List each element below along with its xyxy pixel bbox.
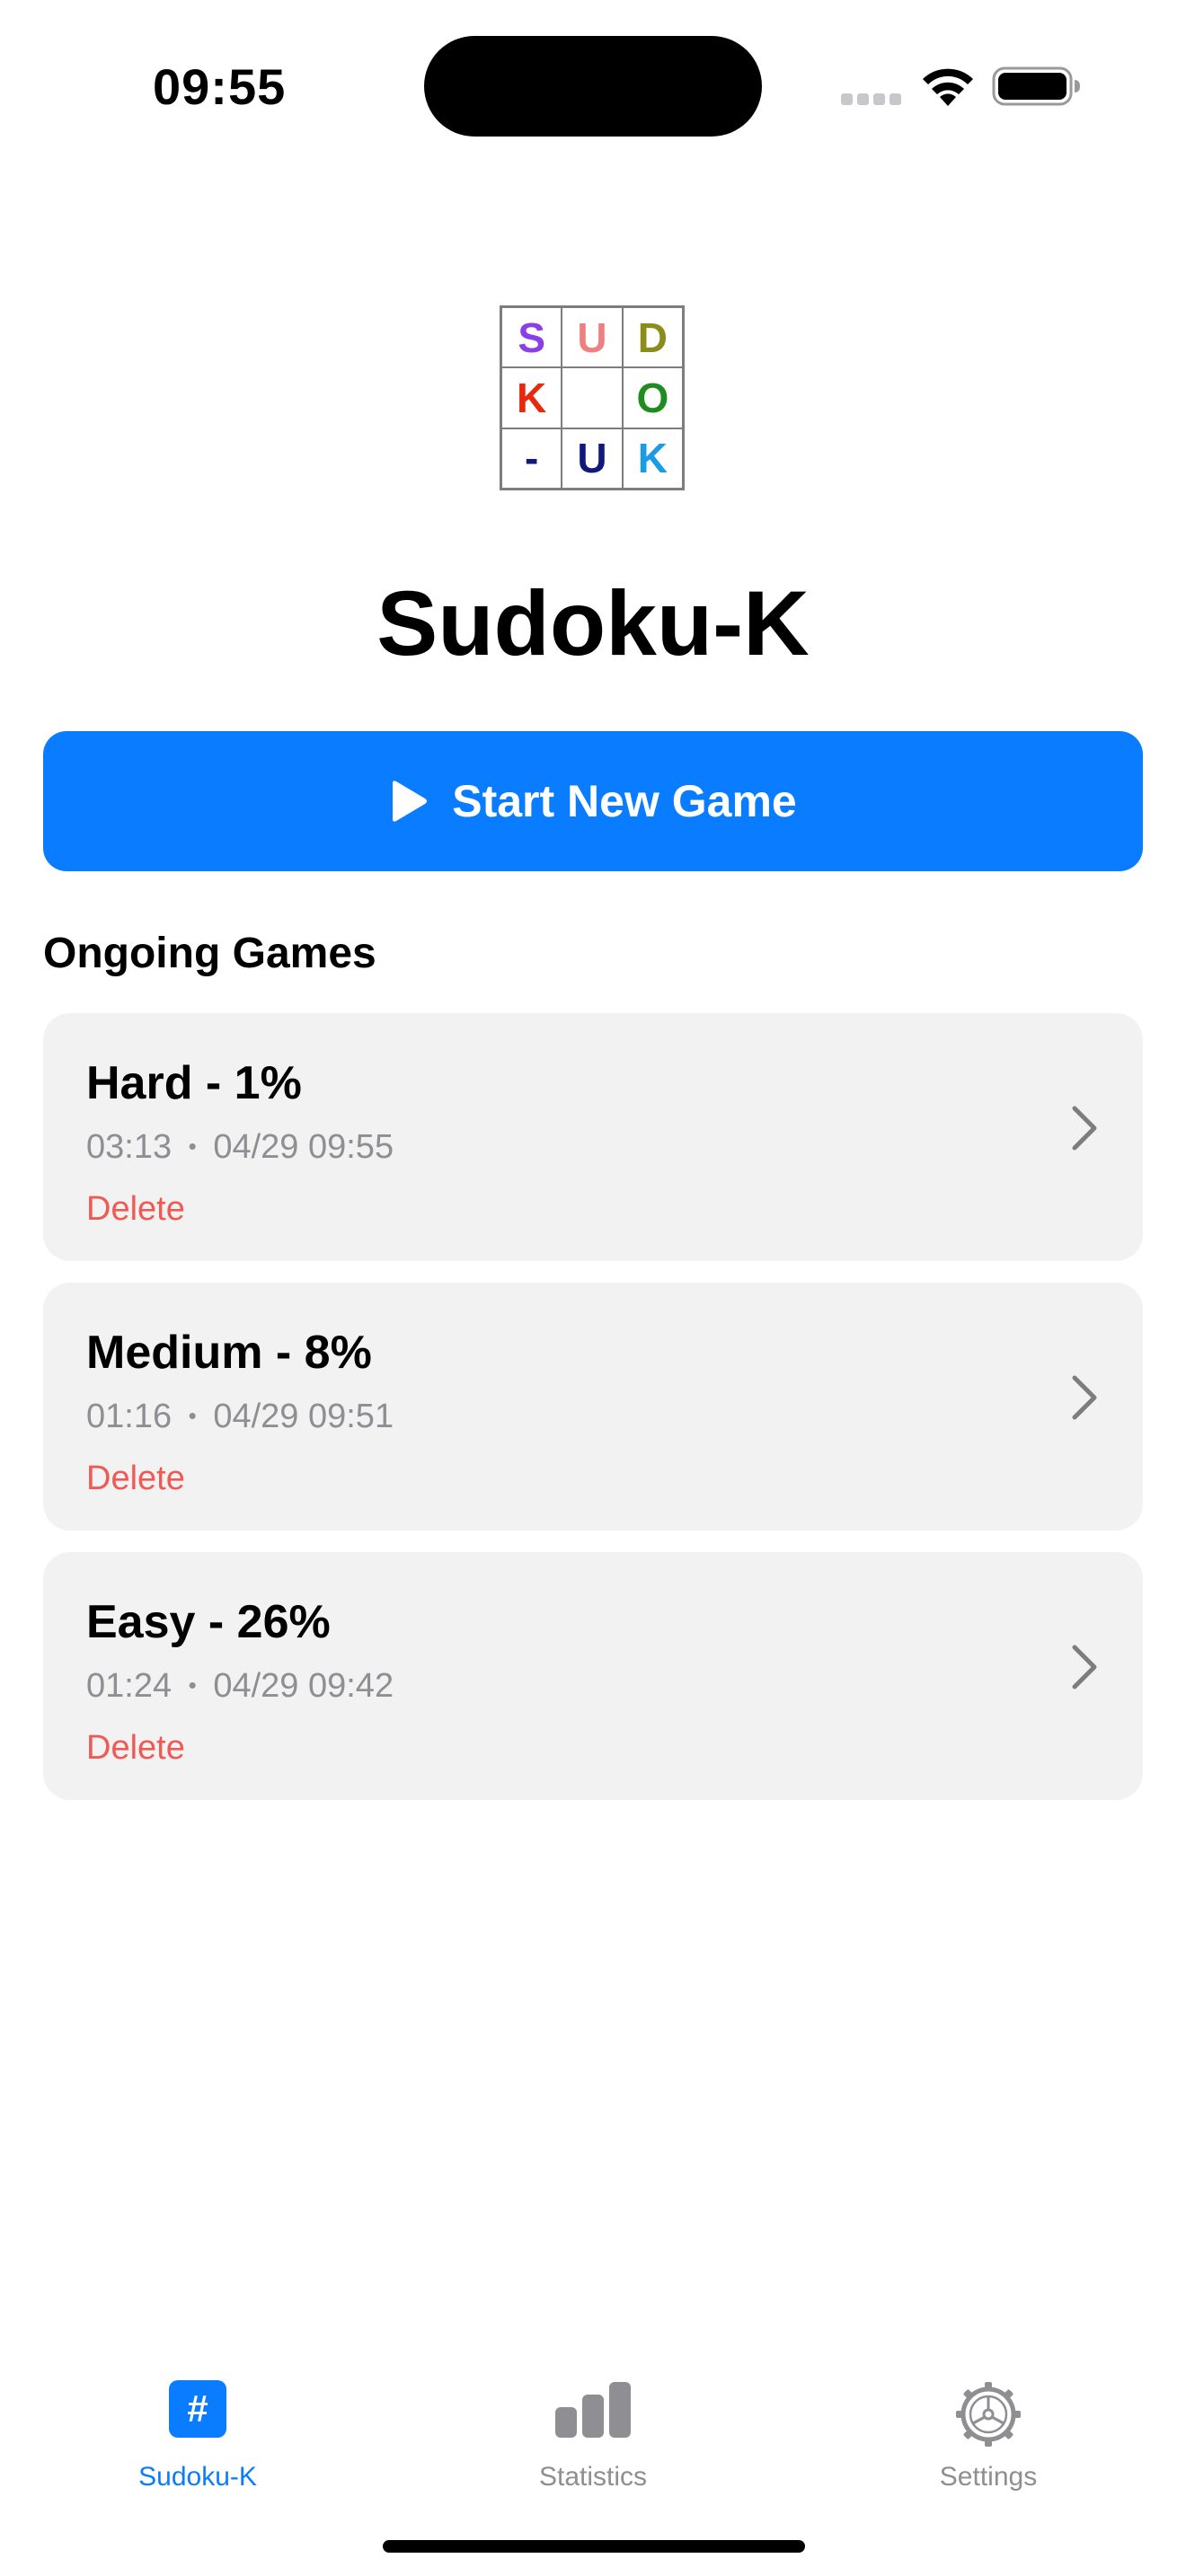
tab-label: Statistics — [538, 2462, 648, 2492]
dynamic-island — [424, 36, 762, 137]
chevron-right-icon — [1072, 1106, 1097, 1151]
home-screen: 09:55 SUDKO-UK Sudoku-K Start New Game O… — [0, 0, 1186, 2576]
meta-separator: • — [188, 1672, 197, 1698]
game-duration: 01:16 — [86, 1398, 173, 1435]
game-meta: 01:24 • 04/29 09:42 — [86, 1663, 895, 1707]
app-logo: SUDKO-UK — [500, 305, 685, 490]
cellular-signal-icon — [841, 93, 902, 106]
game-datetime: 04/29 09:51 — [213, 1398, 394, 1435]
game-title: Medium - 8% — [86, 1327, 372, 1379]
bar-chart-icon — [555, 2382, 631, 2438]
delete-game-button[interactable]: Delete — [86, 1186, 185, 1232]
app-title: Sudoku-K — [376, 572, 810, 675]
game-card-medium[interactable]: Medium - 8% 01:16 • 04/29 09:51 Delete — [43, 1283, 1143, 1531]
game-datetime: 04/29 09:42 — [213, 1667, 394, 1705]
delete-game-button[interactable]: Delete — [86, 1455, 185, 1502]
meta-separator: • — [188, 1402, 197, 1429]
logo-cell: S — [501, 307, 562, 368]
tab-statistics[interactable]: Statistics — [485, 2371, 701, 2506]
game-meta: 01:16 • 04/29 09:51 — [86, 1394, 895, 1437]
logo-cell: O — [622, 367, 683, 428]
logo-cell: U — [562, 428, 623, 489]
hash-icon: # — [169, 2380, 226, 2438]
start-new-game-label: Start New Game — [452, 776, 797, 826]
game-card-easy[interactable]: Easy - 26% 01:24 • 04/29 09:42 Delete — [43, 1552, 1143, 1800]
meta-separator: • — [188, 1133, 197, 1160]
chevron-right-icon — [1072, 1375, 1097, 1420]
game-datetime: 04/29 09:55 — [213, 1128, 394, 1166]
tab-label: Sudoku-K — [138, 2462, 257, 2492]
gear-icon — [956, 2382, 1021, 2447]
logo-cell: D — [622, 307, 683, 368]
status-time: 09:55 — [153, 58, 287, 115]
game-title: Easy - 26% — [86, 1596, 331, 1648]
ongoing-games-heading: Ongoing Games — [43, 930, 376, 977]
tab-label: Settings — [939, 2462, 1038, 2492]
game-meta: 03:13 • 04/29 09:55 — [86, 1125, 895, 1168]
start-new-game-button[interactable]: Start New Game — [43, 731, 1143, 871]
play-icon — [393, 781, 428, 822]
delete-game-button[interactable]: Delete — [86, 1725, 185, 1771]
tab-settings[interactable]: Settings — [881, 2371, 1096, 2506]
home-indicator[interactable] — [383, 2540, 805, 2553]
logo-cell: K — [501, 367, 562, 428]
tab-bar: # Sudoku-K Statistics Settings — [0, 2353, 1186, 2515]
game-card-hard[interactable]: Hard - 1% 03:13 • 04/29 09:55 Delete — [43, 1013, 1143, 1261]
wifi-icon — [923, 68, 973, 106]
chevron-right-icon — [1072, 1645, 1097, 1689]
game-duration: 03:13 — [86, 1128, 173, 1166]
tab-sudoku-k[interactable]: # Sudoku-K — [90, 2371, 305, 2506]
game-title: Hard - 1% — [86, 1057, 302, 1109]
logo-cell: U — [562, 307, 623, 368]
logo-cell: K — [622, 428, 683, 489]
battery-icon — [992, 66, 1080, 106]
logo-cell — [562, 367, 623, 428]
logo-cell: - — [501, 428, 562, 489]
game-duration: 01:24 — [86, 1667, 173, 1705]
